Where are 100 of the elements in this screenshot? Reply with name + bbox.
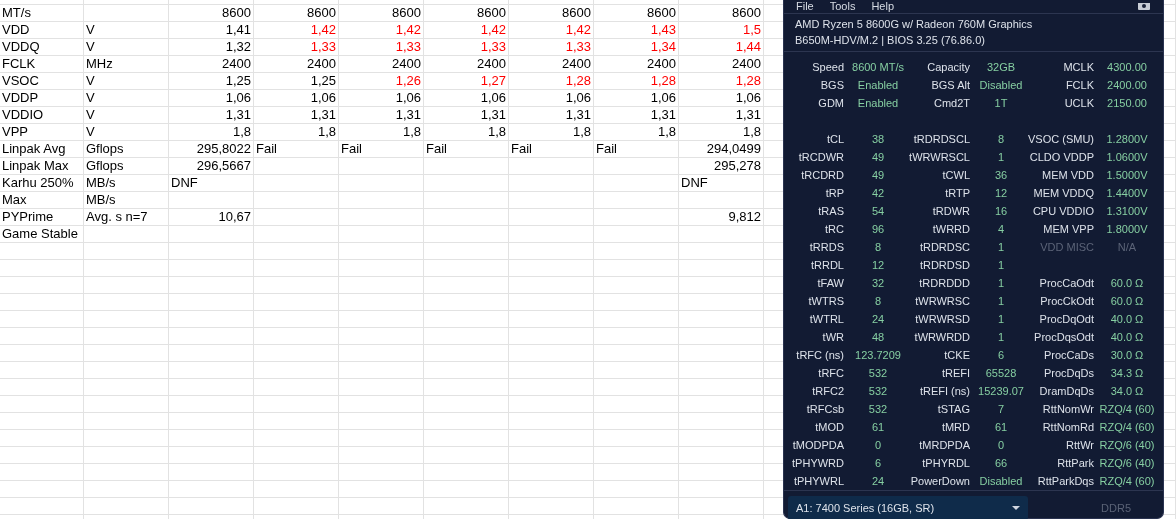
- table-cell: V: [86, 90, 95, 106]
- table-cell: 1,42: [310, 22, 336, 38]
- table-cell: 9,812: [728, 209, 761, 225]
- timing-value: 8: [997, 133, 1005, 145]
- table-cell: 1,33: [480, 39, 506, 55]
- table-cell: 1,06: [650, 90, 676, 106]
- caret-icon: [1012, 506, 1020, 510]
- table-cell: VDDP: [2, 90, 39, 106]
- table-cell: 1,31: [650, 107, 676, 123]
- timing-value: 61: [994, 421, 1008, 433]
- timing-value: 30.0 Ω: [1110, 349, 1144, 361]
- timing-label: tRDRDSCL: [913, 133, 970, 145]
- timing-value: 42: [871, 187, 885, 199]
- timing-value: 24: [871, 313, 885, 325]
- table-cell: 2400: [732, 56, 761, 72]
- table-cell: 295,278: [714, 158, 761, 174]
- table-cell: Linpak Avg: [2, 141, 66, 157]
- table-cell: 1,8: [402, 124, 421, 140]
- timing-value: 1: [997, 241, 1005, 253]
- timing-label: tRDRDSD: [919, 259, 970, 271]
- table-cell: 1,43: [650, 22, 676, 38]
- timing-value: 1T: [994, 97, 1008, 109]
- timing-label: tWRWRSC: [915, 295, 970, 307]
- timing-value: 60.0 Ω: [1110, 277, 1144, 289]
- table-cell: 1,26: [395, 73, 421, 89]
- timing-value: RZQ/4 (60): [1099, 403, 1155, 415]
- table-cell: Karhu 250%: [2, 175, 74, 191]
- timing-value: RZQ/4 (60): [1099, 421, 1155, 433]
- table-cell: 8600: [307, 5, 336, 21]
- timing-value: 12: [994, 187, 1008, 199]
- table-cell: 1,06: [735, 90, 761, 106]
- timing-value: 0: [874, 439, 882, 451]
- table-cell: 10,67: [218, 209, 251, 225]
- table-cell: 8600: [647, 5, 676, 21]
- table-cell: V: [86, 22, 95, 38]
- table-cell: 1,33: [565, 39, 591, 55]
- timing-value: Enabled: [857, 97, 899, 109]
- menu-item[interactable]: File: [796, 0, 814, 13]
- timing-label: CPU VDDIO: [1032, 205, 1094, 217]
- table-cell: 1,42: [565, 22, 591, 38]
- table-cell: MB/s: [86, 175, 116, 191]
- table-cell: 1,8: [657, 124, 676, 140]
- timing-label: VDD MISC: [1040, 241, 1094, 253]
- timing-label: MEM VDD: [1042, 169, 1094, 181]
- timing-value: RZQ/6 (40): [1099, 457, 1155, 469]
- table-cell: 1,06: [225, 90, 251, 106]
- timing-value: 48: [871, 331, 885, 343]
- timing-value: 8: [874, 295, 882, 307]
- menu-item[interactable]: Tools: [829, 0, 856, 13]
- timing-label: DramDqDs: [1039, 385, 1094, 397]
- timing-label: ProcCkOdt: [1040, 295, 1094, 307]
- timing-value: 49: [871, 151, 885, 163]
- table-cell: 8600: [222, 5, 251, 21]
- timing-label: tRFC: [818, 367, 844, 379]
- table-cell: 1,32: [225, 39, 251, 55]
- timing-label: tREFI (ns): [919, 385, 970, 397]
- table-cell: Fail: [426, 141, 447, 157]
- table-cell: 2400: [647, 56, 676, 72]
- timing-label: tRCDWR: [798, 151, 844, 163]
- timing-value: 32: [871, 277, 885, 289]
- timing-value: 1: [997, 151, 1005, 163]
- timing-value: 1: [997, 313, 1005, 325]
- table-cell: VDDQ: [2, 39, 40, 55]
- table-cell: Fail: [341, 141, 362, 157]
- timing-value: 60.0 Ω: [1110, 295, 1144, 307]
- timing-value: 1.2800V: [1106, 133, 1148, 145]
- table-cell: 1,28: [650, 73, 676, 89]
- table-cell: 1,5: [742, 22, 761, 38]
- table-cell: Linpak Max: [2, 158, 69, 174]
- menu-item[interactable]: Help: [871, 0, 895, 13]
- timing-value: 1: [997, 277, 1005, 289]
- table-cell: 8600: [562, 5, 591, 21]
- timing-value: 12: [871, 259, 885, 271]
- timing-label: GDM: [818, 97, 844, 109]
- timing-value: 38: [871, 133, 885, 145]
- table-cell: V: [86, 73, 95, 89]
- timing-label: ProcDqDs: [1043, 367, 1094, 379]
- timing-label: tWRWRSD: [915, 313, 970, 325]
- table-cell: 294,0499: [706, 141, 761, 157]
- table-cell: 1,27: [480, 73, 506, 89]
- timing-label: tMRD: [941, 421, 970, 433]
- timing-value: RZQ/4 (60): [1099, 475, 1155, 487]
- table-cell: 1,8: [487, 124, 506, 140]
- table-cell: Fail: [256, 141, 277, 157]
- module-dropdown[interactable]: A1: 7400 Series (16GB, SR): [788, 496, 1028, 519]
- timing-value: 2400.00: [1107, 79, 1147, 91]
- timing-value: 61: [871, 421, 885, 433]
- camera-icon[interactable]: [1137, 2, 1151, 11]
- table-cell: 2400: [562, 56, 591, 72]
- table-cell: Max: [2, 192, 27, 208]
- timing-label: tRDRDSC: [919, 241, 970, 253]
- timing-label: RttPark: [1057, 457, 1094, 469]
- timing-label: RttNomRd: [1042, 421, 1094, 433]
- table-cell: VDDIO: [2, 107, 44, 123]
- timing-label: RttWr: [1066, 439, 1094, 451]
- timing-value: 2150.00: [1107, 97, 1147, 109]
- timing-value: 1.5000V: [1106, 169, 1148, 181]
- timing-label: BGS: [820, 79, 844, 91]
- timing-value: 1.3100V: [1106, 205, 1148, 217]
- timing-value: 1: [997, 259, 1005, 271]
